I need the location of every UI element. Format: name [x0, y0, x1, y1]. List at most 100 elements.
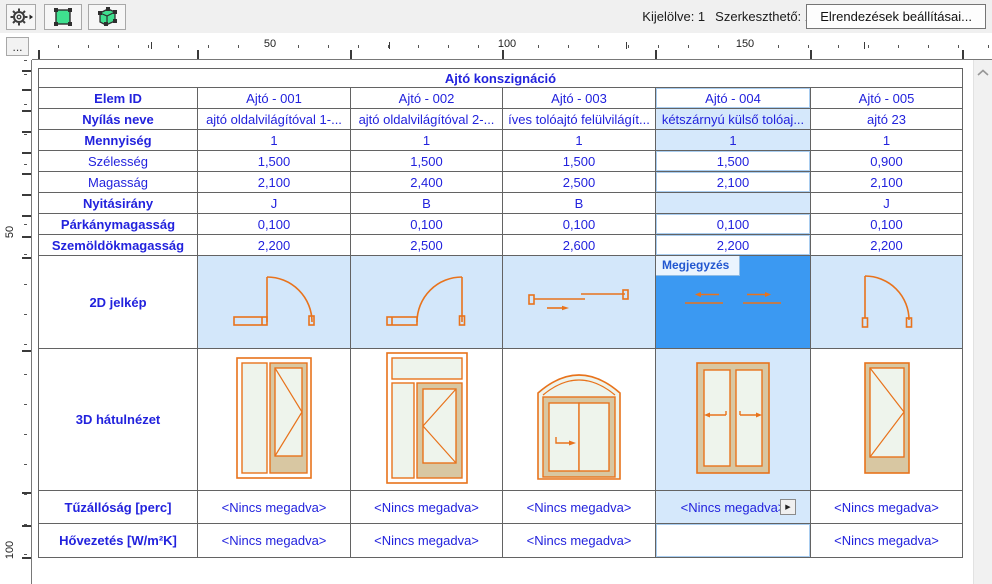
rear-view-3d-5[interactable]: [811, 349, 963, 491]
symbol-2d-row: 2D jelkép: [39, 256, 963, 349]
header-height-5[interactable]: 2,200: [811, 235, 963, 256]
rear-view-3d-1[interactable]: [198, 349, 351, 491]
selection-status: Kijelölve: 1 Szerkeszthető: 1: [642, 0, 812, 33]
symbol-2d-4-selected[interactable]: Megjegyzés: [656, 256, 811, 349]
quantity-1[interactable]: 1: [198, 130, 351, 151]
quantity-2[interactable]: 1: [351, 130, 503, 151]
elem-id-3[interactable]: Ajtó - 003: [503, 88, 656, 109]
symbol-2d-5[interactable]: [811, 256, 963, 349]
gear-icon: [8, 5, 34, 29]
height-2[interactable]: 2,400: [351, 172, 503, 193]
header-height-2[interactable]: 2,500: [351, 235, 503, 256]
door-3d-single-icon: [864, 362, 910, 474]
ruler-medium-tick: [389, 42, 390, 49]
ruler-medium-tick: [151, 42, 152, 49]
heat-transfer-4-edit-field[interactable]: [656, 524, 811, 558]
sill-height-1[interactable]: 0,100: [198, 214, 351, 235]
sill-height-3[interactable]: 0,100: [503, 214, 656, 235]
ruler-label-150: 150: [732, 38, 758, 50]
width-2[interactable]: 1,500: [351, 151, 503, 172]
quantity-5[interactable]: 1: [811, 130, 963, 151]
ruler-major-tick: [38, 50, 40, 59]
rear-view-3d-3[interactable]: [503, 349, 656, 491]
ruler-label-50: 50: [4, 223, 16, 241]
opening-direction-5[interactable]: J: [811, 193, 963, 214]
rear-view-3d-2[interactable]: [351, 349, 503, 491]
fire-rating-2[interactable]: <Nincs megadva>: [351, 491, 503, 524]
height-5[interactable]: 2,100: [811, 172, 963, 193]
symbol-2d-3[interactable]: [503, 256, 656, 349]
opening-direction-1[interactable]: J: [198, 193, 351, 214]
quantity-3[interactable]: 1: [503, 130, 656, 151]
width-5[interactable]: 0,900: [811, 151, 963, 172]
fire-rating-1[interactable]: <Nincs megadva>: [198, 491, 351, 524]
heat-transfer-5[interactable]: <Nincs megadva>: [811, 524, 963, 558]
opening-direction-4[interactable]: [656, 193, 811, 214]
door-2d-sliding-icon: [519, 266, 639, 336]
header-height-1[interactable]: 2,200: [198, 235, 351, 256]
rear-view-3d-row: 3D hátulnézet: [39, 349, 963, 491]
view-3d-button[interactable]: [88, 4, 126, 30]
elem-id-4-edit-field[interactable]: Ajtó - 004: [656, 88, 811, 109]
door-schedule-table: Ajtó konszignáció Elem ID Ajtó - 001 Ajt…: [38, 68, 963, 558]
ruler-medium-tick: [864, 42, 865, 49]
sill-height-label: Párkánymagasság: [39, 214, 198, 235]
width-4-edit-field[interactable]: 1,500: [656, 151, 811, 172]
opening-name-5[interactable]: ajtó 23: [811, 109, 963, 130]
ruler-major-tick: [22, 215, 31, 217]
heat-transfer-2[interactable]: <Nincs megadva>: [351, 524, 503, 558]
ruler-options-button[interactable]: ...: [6, 37, 29, 56]
symbol-2d-1[interactable]: [198, 256, 351, 349]
elem-id-1[interactable]: Ajtó - 001: [198, 88, 351, 109]
elem-id-5[interactable]: Ajtó - 005: [811, 88, 963, 109]
options-dropdown-button[interactable]: ▶: [780, 499, 796, 515]
ruler-major-tick: [22, 350, 31, 352]
sill-height-2[interactable]: 0,100: [351, 214, 503, 235]
width-label: Szélesség: [39, 151, 198, 172]
green-cube-handles-icon: [94, 6, 120, 28]
settings-button[interactable]: [6, 4, 36, 30]
header-height-3[interactable]: 2,600: [503, 235, 656, 256]
width-3[interactable]: 1,500: [503, 151, 656, 172]
header-height-label: Szemöldökmagasság: [39, 235, 198, 256]
symbol-2d-label: 2D jelkép: [39, 256, 198, 349]
door-3d-double-sliding-icon: [696, 362, 770, 474]
height-1[interactable]: 2,100: [198, 172, 351, 193]
width-1[interactable]: 1,500: [198, 151, 351, 172]
select-2d-button[interactable]: [44, 4, 82, 30]
sill-height-5[interactable]: 0,100: [811, 214, 963, 235]
symbol-2d-2[interactable]: [351, 256, 503, 349]
opening-name-4[interactable]: kétszárnyú külső tolóaj...: [656, 109, 811, 130]
quantity-4[interactable]: 1: [656, 130, 811, 151]
heat-transfer-label: Hővezetés [W/m²K]: [39, 524, 198, 558]
heat-transfer-3[interactable]: <Nincs megadva>: [503, 524, 656, 558]
opening-direction-2[interactable]: B: [351, 193, 503, 214]
fire-rating-4-selected[interactable]: <Nincs megadva> ▶: [656, 491, 811, 524]
quantity-label: Mennyiség: [39, 130, 198, 151]
header-height-4-edit-field[interactable]: 2,200: [656, 235, 811, 256]
ruler-label-100: 100: [4, 538, 16, 562]
elem-id-2[interactable]: Ajtó - 002: [351, 88, 503, 109]
rear-view-3d-4-selected[interactable]: [656, 349, 811, 491]
fire-rating-3[interactable]: <Nincs megadva>: [503, 491, 656, 524]
ruler-major-tick: [22, 525, 31, 527]
door-2d-swing-right-icon: [214, 266, 334, 336]
fire-rating-5[interactable]: <Nincs megadva>: [811, 491, 963, 524]
opening-direction-3[interactable]: B: [503, 193, 656, 214]
horizontal-ruler: 50 100 150: [32, 33, 992, 60]
toolbar: Kijelölve: 1 Szerkeszthető: 1 Elrendezés…: [0, 0, 992, 33]
heat-transfer-row: Hővezetés [W/m²K] <Nincs megadva> <Nincs…: [39, 524, 963, 558]
sill-height-row: Párkánymagasság 0,100 0,100 0,100 0,100 …: [39, 214, 963, 235]
ruler-major-tick: [655, 50, 657, 59]
opening-name-1[interactable]: ajtó oldalvilágítóval 1-...: [198, 109, 351, 130]
opening-name-3[interactable]: íves tolóajtó felülvilágít...: [503, 109, 656, 130]
ruler-major-tick: [22, 257, 31, 259]
sill-height-4-edit-field[interactable]: 0,100: [656, 214, 811, 235]
height-4-edit-field[interactable]: 2,100: [656, 172, 811, 193]
layout-settings-button[interactable]: Elrendezések beállításai...: [806, 4, 986, 29]
opening-name-2[interactable]: ajtó oldalvilágítóval 2-...: [351, 109, 503, 130]
heat-transfer-1[interactable]: <Nincs megadva>: [198, 524, 351, 558]
ruler-major-tick: [22, 110, 31, 112]
height-3[interactable]: 2,500: [503, 172, 656, 193]
vertical-scrollbar[interactable]: [973, 60, 992, 584]
